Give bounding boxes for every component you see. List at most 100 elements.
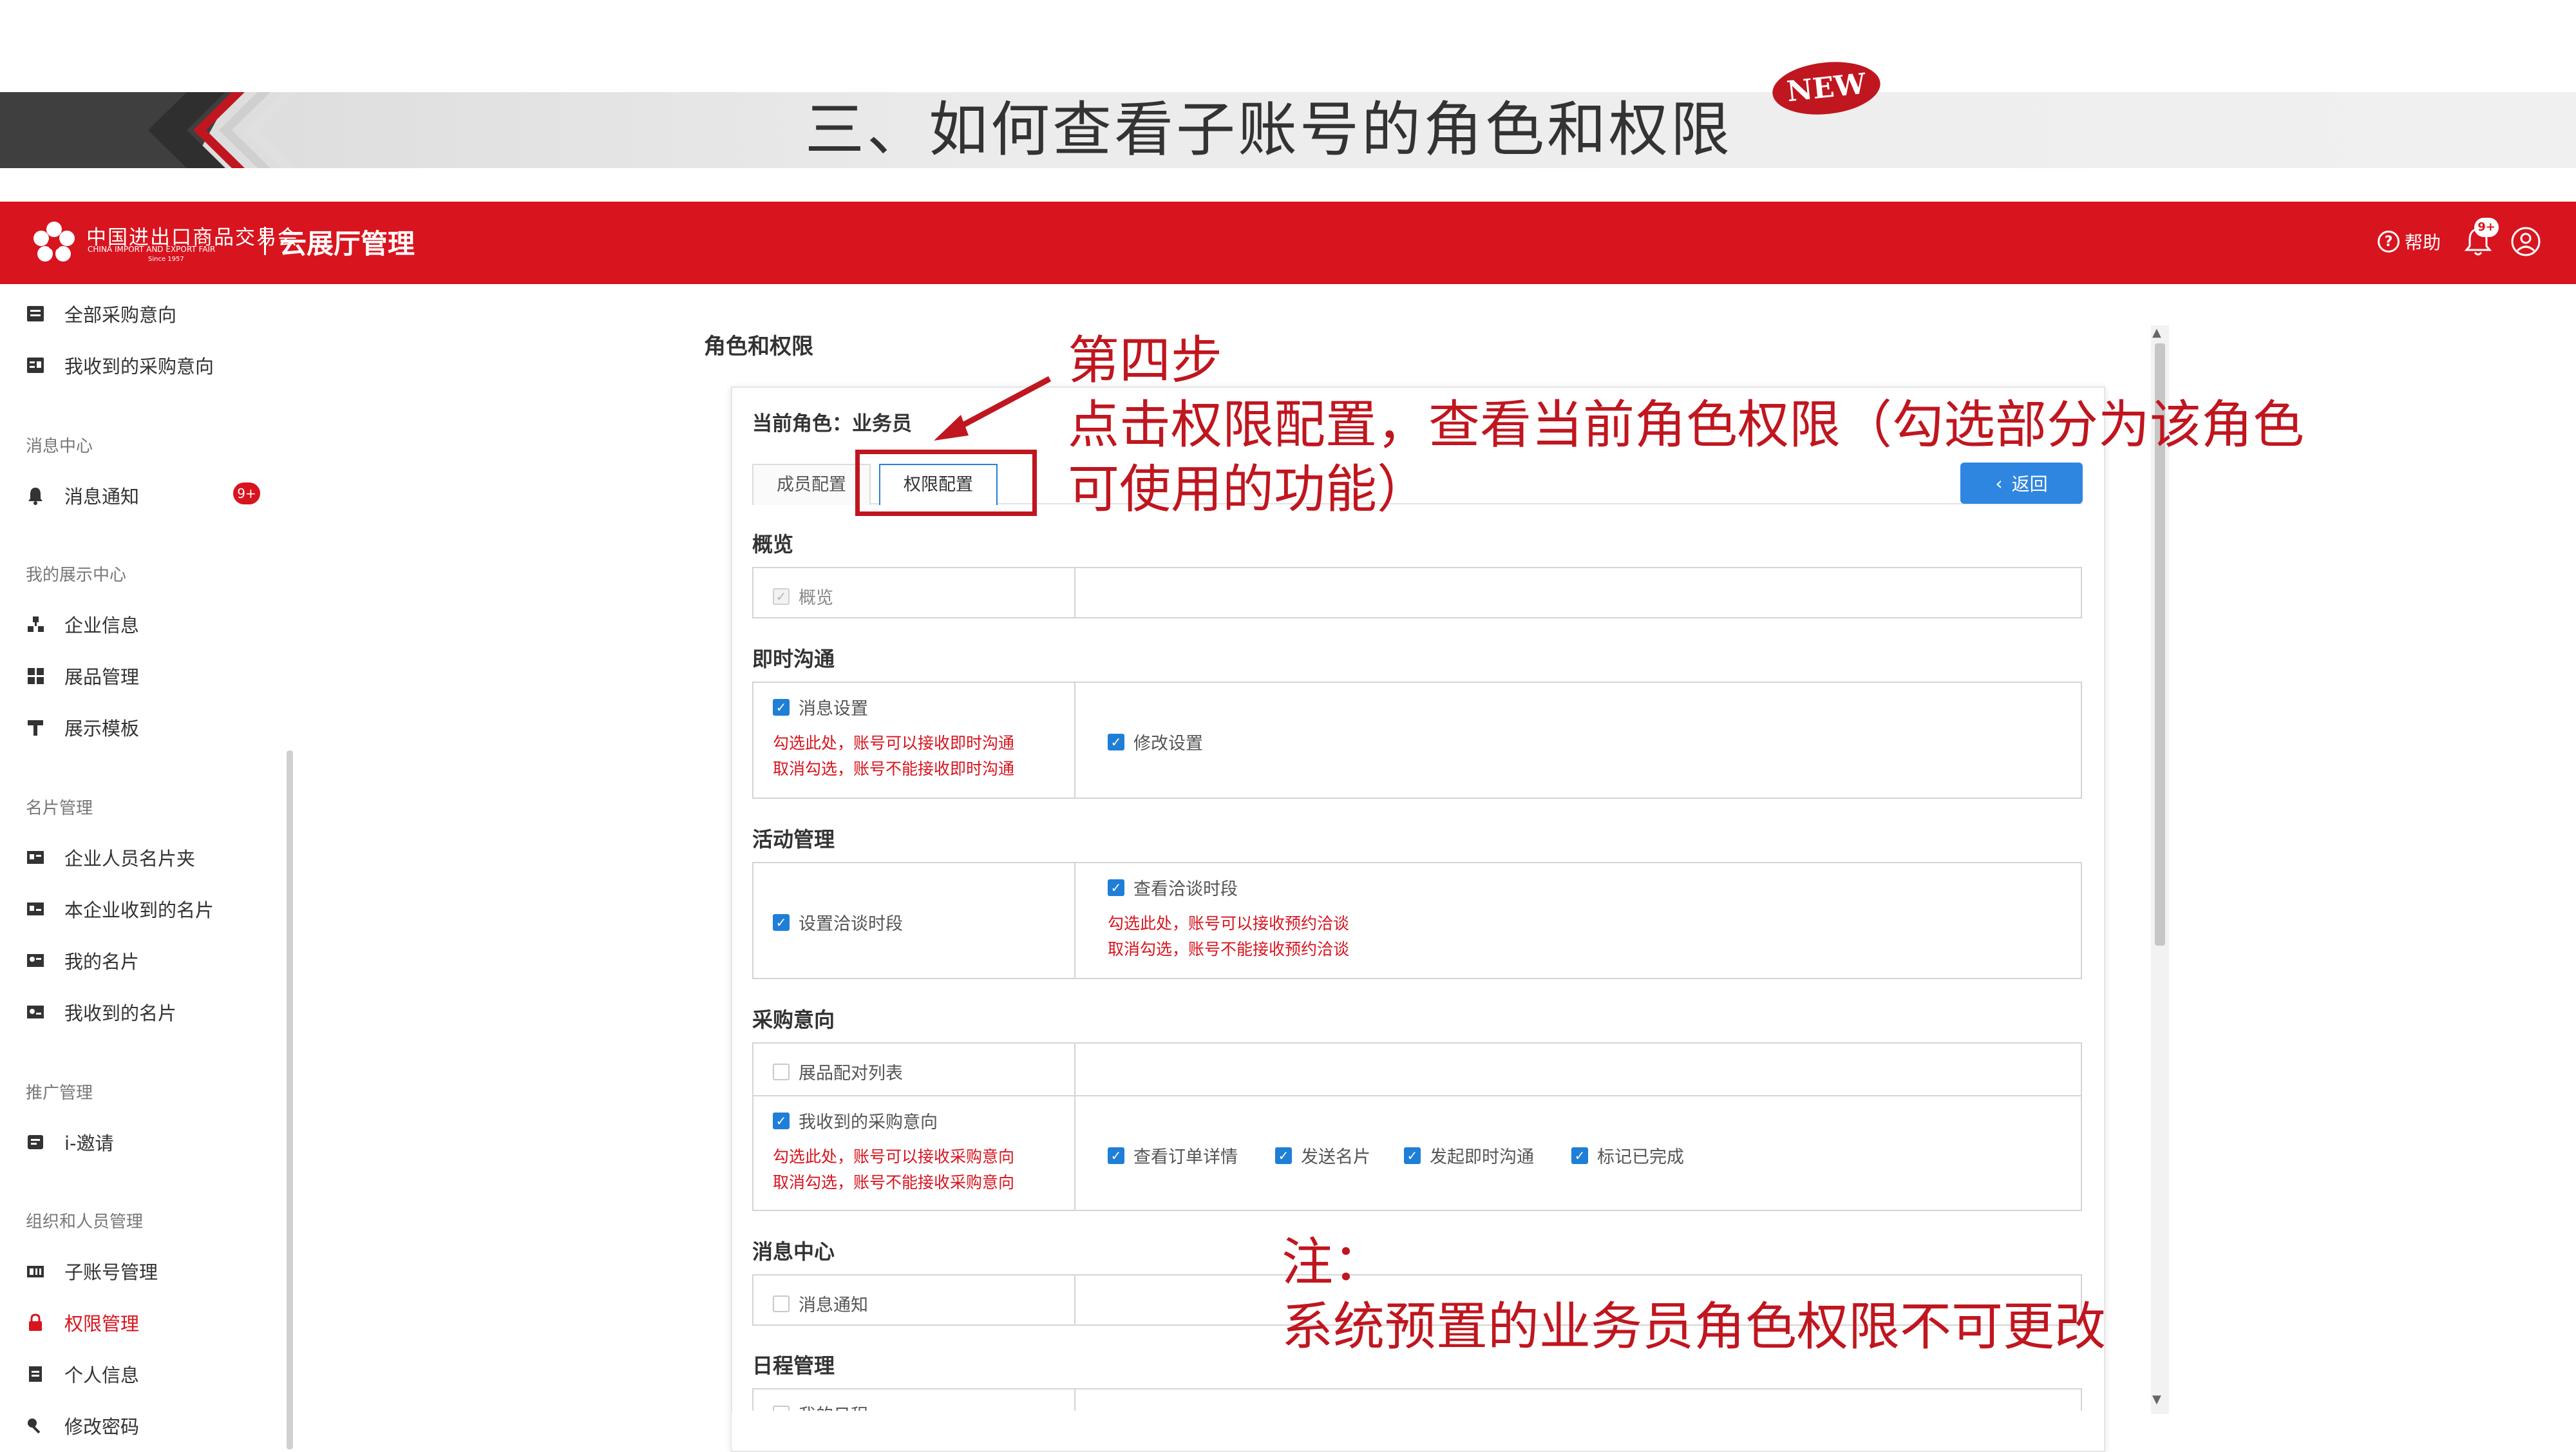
template-icon xyxy=(26,718,45,737)
sidebar-item-label: 我的名片 xyxy=(64,951,140,973)
sidebar-item-card-folder[interactable]: 企业人员名片夹 xyxy=(26,844,195,871)
back-button-label: 返回 xyxy=(2011,473,2048,495)
checkbox-overview[interactable]: ✓ 概览 xyxy=(773,584,833,609)
checkbox-exhibit-matching[interactable]: 展品配对列表 xyxy=(773,1059,903,1084)
checkbox-modify-settings[interactable]: ✓ 修改设置 xyxy=(1108,729,1203,754)
list-icon xyxy=(26,304,45,323)
slide-title: 三、如何查看子账号的角色和权限 xyxy=(805,95,1733,164)
section-schedule-title: 日程管理 xyxy=(752,1353,835,1378)
annotation-arrow-icon xyxy=(934,376,1052,441)
sidebar-item-invite[interactable]: i-邀请 xyxy=(26,1129,114,1156)
question-icon: ? xyxy=(2378,231,2400,253)
sidebar-item-company-cards[interactable]: 本企业收到的名片 xyxy=(26,895,214,922)
sidebar-item-label: 子账号管理 xyxy=(64,1261,158,1283)
chevron-decoration-icon xyxy=(148,92,296,168)
sidebar-scrollbar[interactable] xyxy=(287,750,293,1449)
logo-text-en: CHINA IMPORT AND EXPORT FAIR xyxy=(88,245,216,254)
back-button[interactable]: ‹ 返回 xyxy=(1960,463,2083,504)
sidebar-group-title: 推广管理 xyxy=(26,1084,93,1103)
section-im-title: 即时沟通 xyxy=(752,647,835,671)
sidebar-item-exhibits[interactable]: 展品管理 xyxy=(26,662,139,689)
sidebar-item-change-password[interactable]: 修改密码 xyxy=(26,1412,139,1439)
sidebar-item-label: 个人信息 xyxy=(64,1364,140,1386)
card-received-icon xyxy=(26,899,45,919)
section-message-title: 消息中心 xyxy=(752,1239,835,1264)
chevron-left-icon: ‹ xyxy=(1995,472,2003,494)
sidebar-group-title: 名片管理 xyxy=(26,799,93,818)
checkmark-icon: ✓ xyxy=(773,913,790,931)
checkbox-message-settings[interactable]: ✓ 消息设置 xyxy=(773,694,868,720)
sidebar-item-profile[interactable]: 个人信息 xyxy=(26,1361,139,1388)
im-hint-check: 勾选此处，账号可以接收即时沟通 xyxy=(773,734,1015,752)
section-title: 角色和权限 xyxy=(704,334,813,359)
checkmark-icon: ✓ xyxy=(1404,1147,1421,1164)
checkbox-start-im[interactable]: ✓ 发起即时沟通 xyxy=(1404,1143,1534,1168)
checkmark-icon: ✓ xyxy=(773,587,790,605)
checkmark-icon: ✓ xyxy=(773,698,790,716)
checkbox-send-card[interactable]: ✓ 发送名片 xyxy=(1275,1143,1370,1168)
invite-icon xyxy=(26,1132,45,1152)
activity-hint-uncheck: 取消勾选，账号不能接收预约洽谈 xyxy=(1108,940,1350,959)
sidebar-item-label: 企业人员名片夹 xyxy=(64,848,196,870)
checkbox-mark-done[interactable]: ✓ 标记已完成 xyxy=(1571,1143,1684,1168)
card-bottom-mask xyxy=(732,1412,2102,1449)
tab-member-config[interactable]: 成员配置 xyxy=(752,464,871,505)
checkbox-empty-icon xyxy=(773,1295,790,1312)
scroll-down-icon[interactable]: ▼ xyxy=(2152,1393,2161,1406)
section-activity-title: 活动管理 xyxy=(752,827,835,852)
sidebar-item-label: 全部采购意向 xyxy=(64,304,177,326)
grid-icon xyxy=(26,666,45,685)
profile-icon xyxy=(26,1364,45,1384)
checkbox-received-purchase[interactable]: ✓ 我收到的采购意向 xyxy=(773,1108,938,1133)
checkmark-icon: ✓ xyxy=(1108,879,1124,896)
checkbox-view-negotiation[interactable]: ✓ 查看洽谈时段 xyxy=(1108,875,1238,900)
sidebar-item-all-purchase[interactable]: 全部采购意向 xyxy=(26,300,176,327)
subaccount-icon xyxy=(26,1261,45,1281)
sidebar-group-title: 我的展示中心 xyxy=(26,566,127,585)
annotation-step-desc-line1: 点击权限配置，查看当前角色权限（勾选部分为该角色 xyxy=(1068,395,2304,455)
org-icon xyxy=(26,615,45,634)
checkmark-icon: ✓ xyxy=(1108,1147,1124,1164)
checkbox-set-negotiation[interactable]: ✓ 设置洽谈时段 xyxy=(773,910,903,935)
im-table: ✓ 消息设置 勾选此处，账号可以接收即时沟通 取消勾选，账号不能接收即时沟通 ✓… xyxy=(752,682,2082,799)
sidebar-item-my-card[interactable]: 我的名片 xyxy=(26,947,139,974)
sidebar-item-notifications[interactable]: 消息通知 xyxy=(26,482,139,509)
bell-icon xyxy=(26,486,45,505)
sidebar-item-templates[interactable]: 展示模板 xyxy=(26,714,139,741)
help-button[interactable]: ? 帮助 xyxy=(2378,227,2441,256)
sidebar-item-company-info[interactable]: 企业信息 xyxy=(26,611,139,638)
logo-divider xyxy=(264,227,266,255)
sidebar-item-label: 修改密码 xyxy=(64,1416,140,1438)
lock-icon xyxy=(26,1313,45,1332)
inbox-list-icon xyxy=(26,356,45,375)
table-row: 展品配对列表 xyxy=(753,1044,2081,1095)
activity-hint-check: 勾选此处，账号可以接收预约洽谈 xyxy=(1108,914,1350,933)
overview-table: ✓ 概览 xyxy=(752,567,2082,618)
sidebar-item-label: 我收到的名片 xyxy=(64,1002,177,1024)
sidebar-item-received-purchase[interactable]: 我收到的采购意向 xyxy=(26,352,214,379)
card-icon xyxy=(26,951,45,970)
checkbox-view-order[interactable]: ✓ 查看订单详情 xyxy=(1108,1143,1238,1168)
checkmark-icon: ✓ xyxy=(773,1112,790,1129)
sidebar-item-permissions[interactable]: 权限管理 xyxy=(26,1309,139,1336)
sidebar-group-title: 消息中心 xyxy=(26,437,93,456)
table-row: ✓ 我收到的采购意向 勾选此处，账号可以接收采购意向 取消勾选，账号不能接收采购… xyxy=(753,1095,2081,1211)
user-avatar-icon[interactable] xyxy=(2510,226,2541,257)
checkbox-empty-icon xyxy=(773,1063,790,1080)
im-hint-uncheck: 取消勾选，账号不能接收即时沟通 xyxy=(773,759,1015,778)
sidebar-item-label: 消息通知 xyxy=(64,486,140,508)
annotation-note-text: 系统预置的业务员角色权限不可更改 xyxy=(1282,1297,2106,1357)
purchase-hint-uncheck: 取消勾选，账号不能接收采购意向 xyxy=(773,1173,1015,1192)
annotation-step-title: 第四步 xyxy=(1068,330,1222,390)
scroll-up-icon[interactable]: ▲ xyxy=(2152,326,2161,339)
sidebar-item-received-cards[interactable]: 我收到的名片 xyxy=(26,998,176,1026)
sidebar-item-subaccounts[interactable]: 子账号管理 xyxy=(26,1257,158,1285)
section-overview-title: 概览 xyxy=(752,532,794,557)
purchase-table: 展品配对列表 ✓ 我收到的采购意向 勾选此处，账号可以接收采购意向 取消勾选，账… xyxy=(752,1042,2082,1211)
canton-fair-logo-icon xyxy=(33,222,75,262)
sidebar-item-label: 本企业收到的名片 xyxy=(64,899,214,921)
section-purchase-title: 采购意向 xyxy=(752,1008,835,1032)
checkmark-icon: ✓ xyxy=(1108,733,1124,750)
key-icon xyxy=(26,1416,45,1435)
checkbox-message-notify[interactable]: 消息通知 xyxy=(773,1291,868,1316)
